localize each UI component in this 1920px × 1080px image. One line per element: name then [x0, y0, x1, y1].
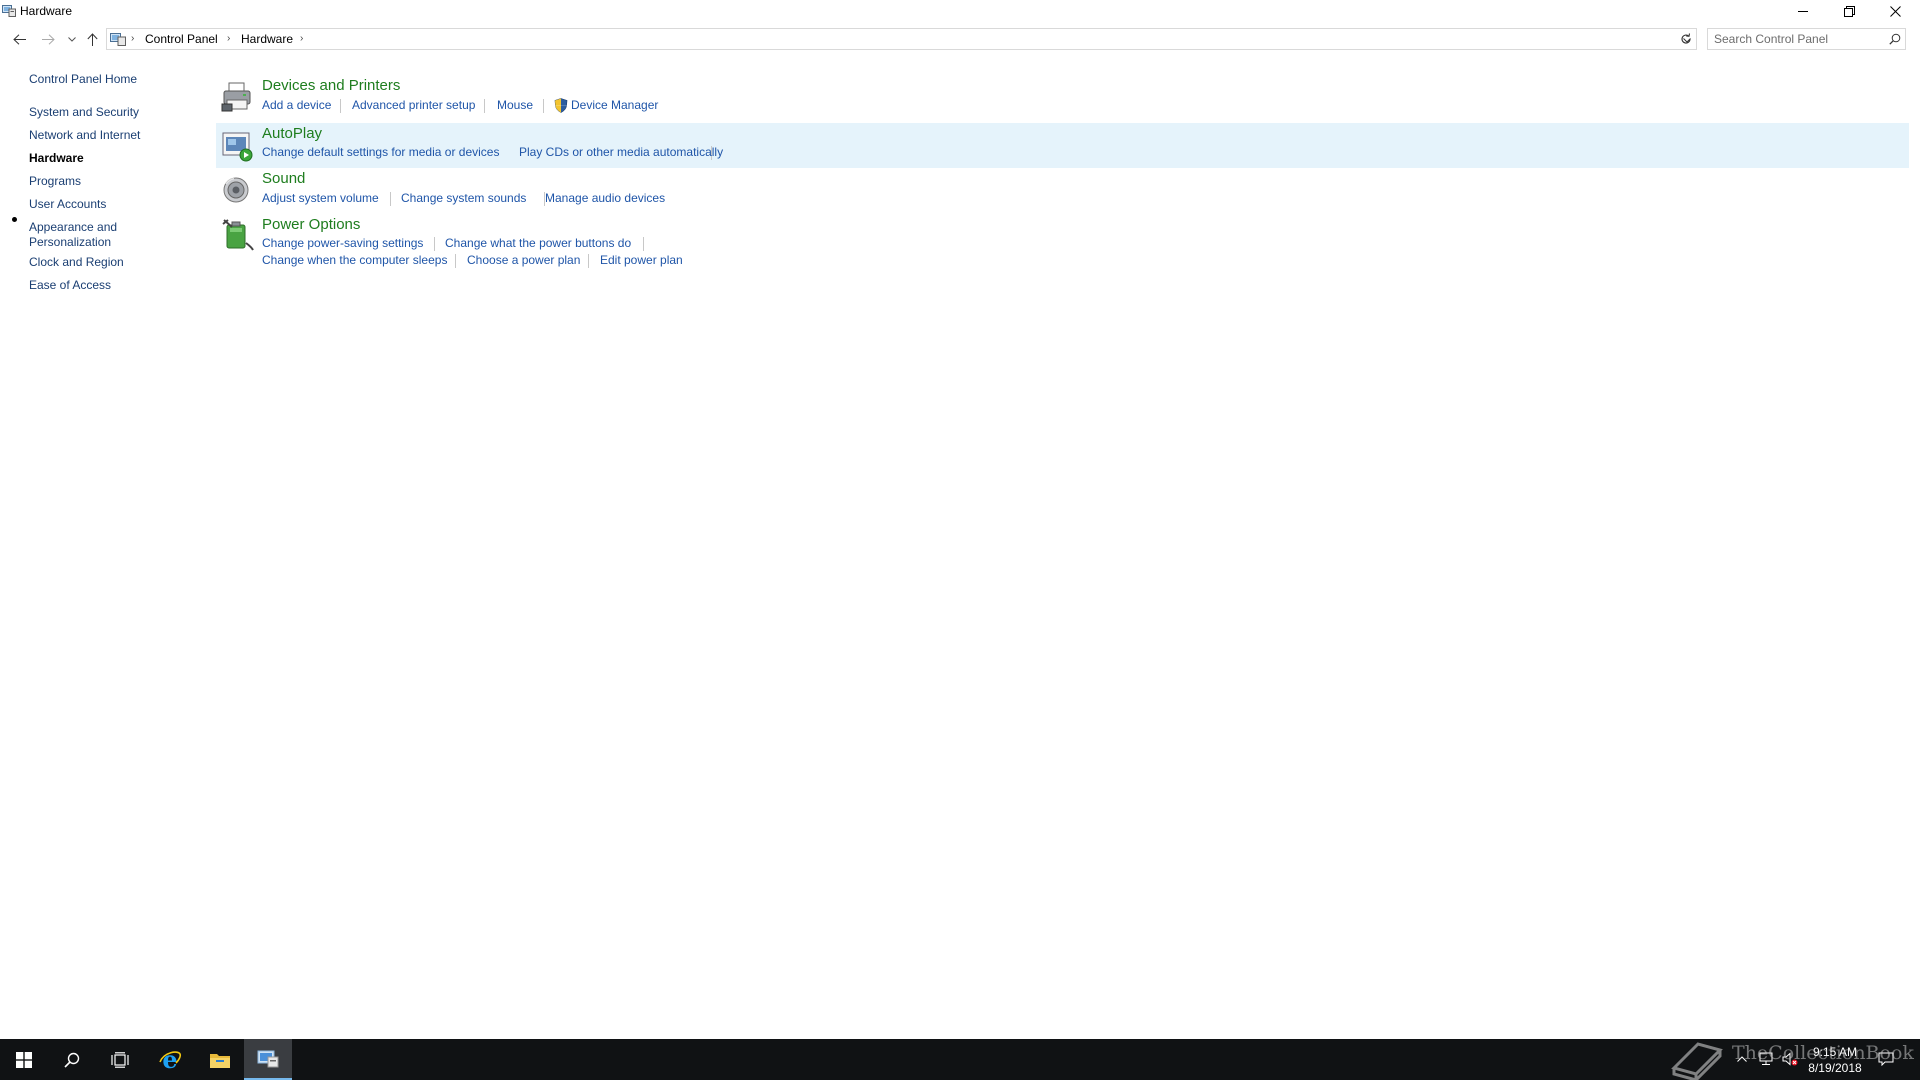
devices-and-printers-title[interactable]: Devices and Printers	[262, 77, 400, 94]
internet-explorer-icon: e	[159, 1048, 182, 1072]
change-power-buttons-link[interactable]: Change what the power buttons do	[445, 236, 631, 250]
recent-locations-chevron-down-icon[interactable]	[64, 31, 80, 47]
breadcrumb-separator-icon: ›	[227, 33, 231, 44]
clock-date[interactable]: 8/19/2018	[1802, 1061, 1868, 1075]
nav-network-and-internet[interactable]: Network and Internet	[29, 128, 159, 143]
control-panel-icon	[110, 32, 126, 46]
printer-icon	[220, 80, 254, 114]
start-button[interactable]	[0, 1039, 48, 1080]
task-separator	[484, 99, 485, 113]
search-input[interactable]: Search Control Panel	[1707, 28, 1906, 50]
close-button[interactable]	[1872, 0, 1918, 22]
advanced-printer-setup-link[interactable]: Advanced printer setup	[352, 98, 475, 112]
battery-icon	[220, 217, 254, 251]
breadcrumb-control-panel[interactable]: Control Panel	[145, 32, 218, 46]
power-options-title[interactable]: Power Options	[262, 216, 360, 233]
refresh-icon[interactable]	[1678, 31, 1694, 47]
sound-title[interactable]: Sound	[262, 170, 305, 187]
autoplay-icon	[220, 128, 254, 162]
change-default-settings-link[interactable]: Change default settings for media or dev…	[262, 145, 499, 159]
category-autoplay: AutoPlay Change default settings for med…	[216, 123, 1909, 168]
mouse-link[interactable]: Mouse	[497, 98, 533, 112]
change-when-computer-sleeps-link[interactable]: Change when the computer sleeps	[262, 253, 447, 267]
nav-ease-of-access[interactable]: Ease of Access	[29, 278, 159, 293]
speaker-icon	[220, 173, 254, 207]
file-explorer-icon	[210, 1053, 230, 1068]
nav-clock-and-region[interactable]: Clock and Region	[29, 255, 159, 270]
task-separator	[543, 99, 544, 113]
nav-programs[interactable]: Programs	[29, 174, 159, 189]
forward-button[interactable]	[40, 31, 56, 47]
control-panel-window: Hardware › Control Panel › Hardware › Se…	[0, 0, 1920, 1039]
task-view-icon	[111, 1051, 129, 1068]
network-icon[interactable]	[1758, 1051, 1774, 1067]
taskbar: e 9:15 AM 8/19/2018	[0, 1039, 1920, 1080]
control-panel-taskbar-button[interactable]	[244, 1039, 292, 1080]
title-bar[interactable]: Hardware	[0, 0, 1920, 22]
task-separator	[455, 254, 456, 268]
adjust-system-volume-link[interactable]: Adjust system volume	[262, 191, 379, 205]
address-bar[interactable]: › Control Panel › Hardware ›	[106, 28, 1697, 50]
volume-muted-icon[interactable]	[1782, 1051, 1798, 1067]
control-panel-icon	[2, 4, 16, 17]
breadcrumb-hardware[interactable]: Hardware	[241, 32, 293, 46]
nav-system-and-security[interactable]: System and Security	[29, 105, 159, 120]
nav-appearance-and-personalization[interactable]: Appearance and Personalization	[29, 220, 139, 250]
task-separator	[340, 99, 341, 113]
category-devices-and-printers: Devices and Printers Add a device Advanc…	[216, 76, 1909, 121]
control-panel-icon	[257, 1050, 279, 1067]
search-placeholder: Search Control Panel	[1714, 32, 1829, 46]
device-manager-link[interactable]: Device Manager	[571, 98, 658, 112]
task-view-button[interactable]	[96, 1039, 144, 1080]
active-bullet-icon	[12, 217, 17, 222]
window-title: Hardware	[20, 4, 73, 18]
show-hidden-icons-chevron-up-icon[interactable]	[1734, 1051, 1750, 1067]
left-navigation-pane: Control Panel Home System and Security N…	[0, 60, 210, 390]
control-panel-home-link[interactable]: Control Panel Home	[29, 72, 159, 87]
navigation-bar: › Control Panel › Hardware › Search Cont…	[0, 27, 1920, 51]
nav-user-accounts[interactable]: User Accounts	[29, 197, 159, 212]
autoplay-title[interactable]: AutoPlay	[262, 125, 322, 142]
task-separator	[434, 237, 435, 251]
minimize-button[interactable]	[1780, 0, 1826, 22]
restore-button[interactable]	[1826, 0, 1872, 22]
add-a-device-link[interactable]: Add a device	[262, 98, 331, 112]
task-separator	[643, 237, 644, 251]
back-button[interactable]	[11, 31, 27, 47]
nav-hardware: Hardware	[29, 151, 84, 165]
up-button[interactable]	[84, 31, 100, 47]
manage-audio-devices-link[interactable]: Manage audio devices	[545, 191, 665, 205]
search-icon[interactable]	[1889, 33, 1901, 48]
category-power-options: Power Options Change power-saving settin…	[216, 215, 1909, 273]
change-system-sounds-link[interactable]: Change system sounds	[401, 191, 526, 205]
play-cds-automatically-link[interactable]: Play CDs or other media automatically	[519, 145, 723, 159]
breadcrumb-separator-icon: ›	[131, 33, 135, 44]
action-center-icon[interactable]	[1878, 1051, 1894, 1067]
file-explorer-button[interactable]	[196, 1039, 244, 1080]
choose-a-power-plan-link[interactable]: Choose a power plan	[467, 253, 580, 267]
task-separator	[390, 192, 391, 206]
search-icon	[64, 1052, 80, 1068]
start-icon	[16, 1051, 32, 1068]
clock-time[interactable]: 9:15 AM	[1805, 1045, 1865, 1059]
uac-shield-icon	[554, 98, 568, 113]
internet-explorer-button[interactable]: e	[146, 1039, 194, 1080]
edit-power-plan-link[interactable]: Edit power plan	[600, 253, 683, 267]
category-sound: Sound Adjust system volume Change system…	[216, 169, 1909, 209]
search-button[interactable]	[48, 1039, 96, 1080]
breadcrumb-separator-icon: ›	[300, 33, 304, 44]
task-separator	[588, 254, 589, 268]
change-power-saving-settings-link[interactable]: Change power-saving settings	[262, 236, 423, 250]
